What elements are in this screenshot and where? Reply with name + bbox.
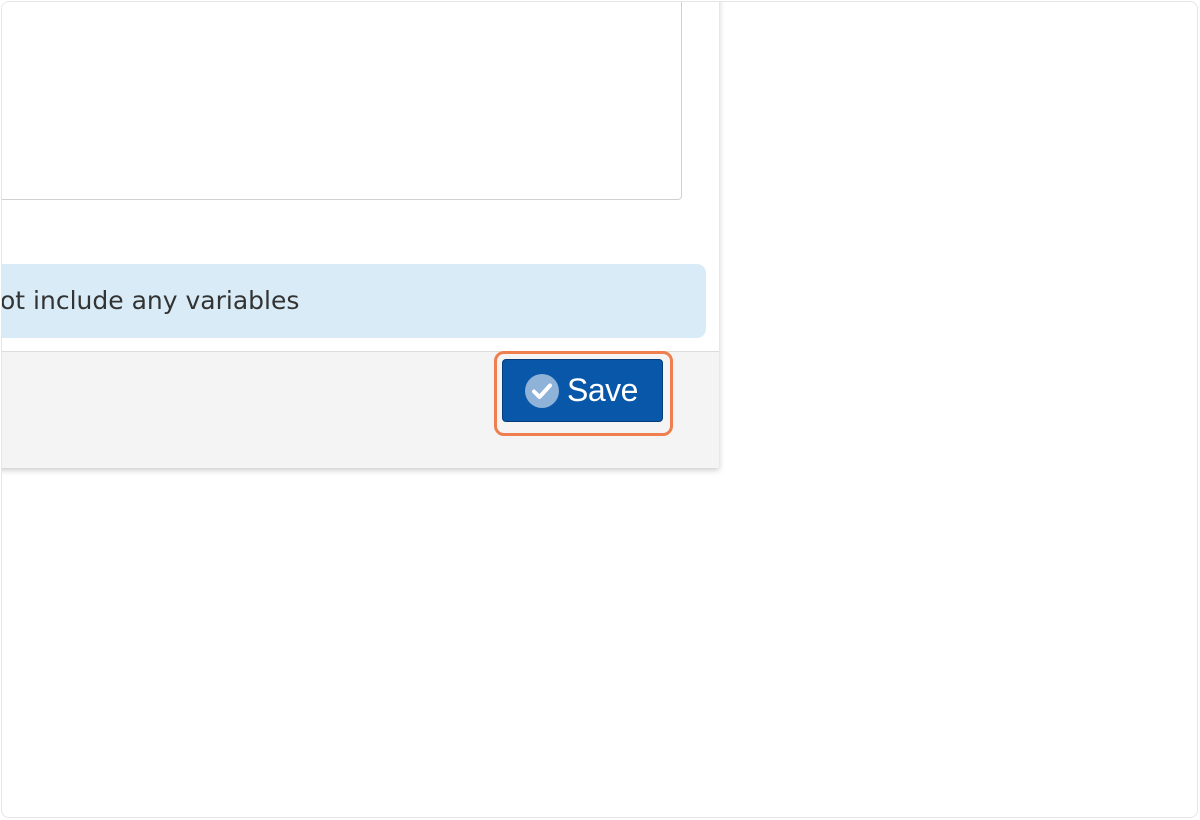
info-banner: ot include any variables: [1, 264, 706, 338]
save-button-label: Save: [567, 372, 638, 408]
dialog: ot include any variables Save: [1, 2, 719, 468]
info-banner-text: ot include any variables: [1, 286, 300, 315]
save-button[interactable]: Save: [502, 359, 663, 422]
message-textarea[interactable]: [2, 2, 682, 200]
screenshot-frame: ot include any variables Save: [1, 1, 1198, 818]
check-circle-icon: [525, 374, 559, 408]
